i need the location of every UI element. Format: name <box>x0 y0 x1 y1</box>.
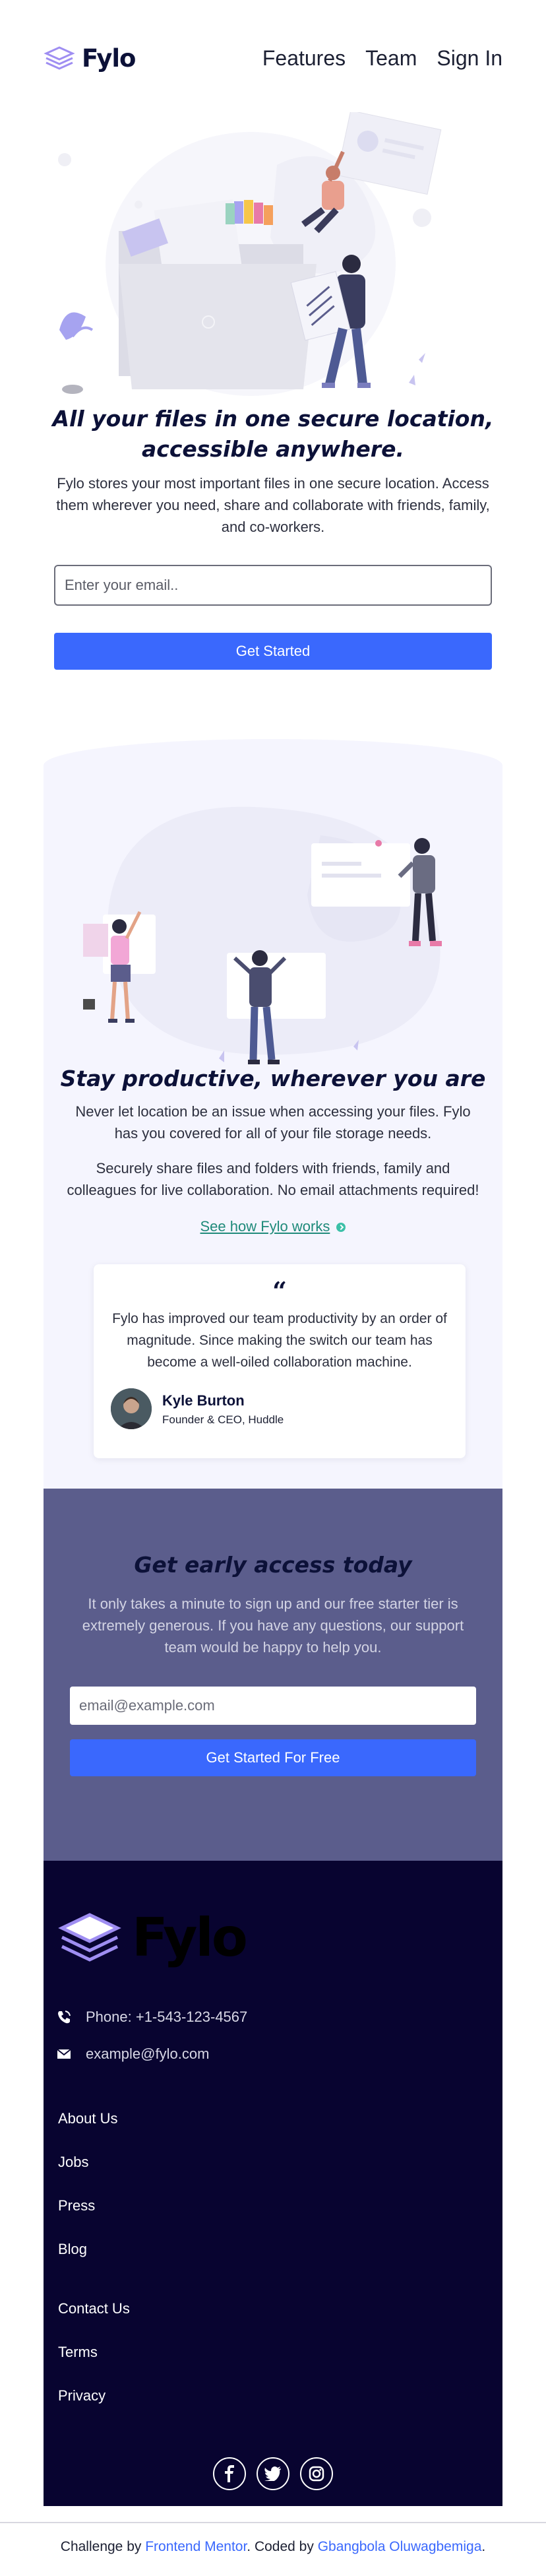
logo-icon <box>44 46 75 70</box>
hero-email-input[interactable] <box>54 565 492 606</box>
get-started-button[interactable]: Get Started <box>54 633 492 670</box>
nav-features[interactable]: Features <box>262 46 346 71</box>
footer-logo-icon <box>58 1913 121 1962</box>
email-text[interactable]: example@fylo.com <box>86 2045 209 2063</box>
productive-title: Stay productive, wherever you are <box>60 1066 486 1091</box>
see-how-link-row: See how Fylo works <box>44 1218 502 1235</box>
twitter-icon[interactable] <box>257 2457 289 2490</box>
attribution-prefix: Challenge by <box>60 2539 146 2554</box>
footer-links-1: About Us Jobs Press Blog <box>58 2109 118 2283</box>
hero-title: All your files in one secure location, a… <box>52 406 494 462</box>
quote-icon: “ <box>272 1276 287 1306</box>
footer-logo[interactable]: Fylo <box>57 1907 248 1968</box>
footer-link-blog[interactable]: Blog <box>58 2239 118 2283</box>
early-access-title: Get early access today <box>134 1552 412 1578</box>
logo-text: Fylo <box>82 44 136 73</box>
productive-paragraph-2: Securely share files and folders with fr… <box>67 1160 479 1198</box>
social-links <box>44 2457 502 2490</box>
attribution-mid: . Coded by <box>247 2539 318 2554</box>
hero-illustration <box>58 112 442 396</box>
footer-link-terms[interactable]: Terms <box>58 2342 130 2386</box>
testimonial-card: “ Fylo has improved our team productivit… <box>94 1264 466 1458</box>
footer-link-contact[interactable]: Contact Us <box>58 2299 130 2342</box>
site-header: Fylo Features Team Sign In <box>44 38 502 78</box>
productive-illustration <box>83 806 442 1064</box>
see-how-link[interactable]: See how Fylo works <box>200 1218 330 1235</box>
hero-text: Fylo stores your most important files in… <box>56 475 490 535</box>
attribution: Challenge by Frontend Mentor. Coded by G… <box>0 2539 546 2555</box>
phone-icon <box>58 2011 71 2024</box>
footer-link-about[interactable]: About Us <box>58 2109 118 2152</box>
get-started-free-button[interactable]: Get Started For Free <box>70 1739 476 1776</box>
author-role: Founder & CEO, Huddle <box>162 1413 284 1426</box>
frontend-mentor-link[interactable]: Frontend Mentor <box>145 2539 247 2554</box>
facebook-icon[interactable] <box>213 2457 246 2490</box>
productive-paragraph-1: Never let location be an issue when acce… <box>75 1103 471 1142</box>
footer-link-jobs[interactable]: Jobs <box>58 2152 118 2196</box>
footer-email: example@fylo.com <box>57 2045 209 2063</box>
arrow-circle-icon <box>336 1223 346 1233</box>
early-access-email-input[interactable] <box>70 1687 476 1725</box>
attribution-divider <box>0 2522 546 2523</box>
attribution-suffix: . <box>481 2539 486 2554</box>
main-nav: Features Team Sign In <box>262 46 502 71</box>
author-link[interactable]: Gbangbola Oluwagbemiga <box>318 2539 482 2554</box>
author-name: Kyle Burton <box>162 1392 245 1409</box>
early-access-section: Get early access today It only takes a m… <box>44 1489 502 1861</box>
avatar <box>111 1388 152 1429</box>
early-access-text: It only takes a minute to sign up and ou… <box>82 1595 464 1656</box>
footer-link-privacy[interactable]: Privacy <box>58 2386 130 2430</box>
site-footer: Fylo Phone: +1-543-123-4567 example@fylo… <box>44 1861 502 2506</box>
footer-logo-text: Fylo <box>132 1907 248 1968</box>
logo[interactable]: Fylo <box>44 44 136 73</box>
testimonial-text: Fylo has improved our team productivity … <box>112 1311 447 1370</box>
instagram-icon[interactable] <box>300 2457 333 2490</box>
nav-team[interactable]: Team <box>365 46 417 71</box>
footer-link-press[interactable]: Press <box>58 2196 118 2239</box>
productive-section: Stay productive, wherever you are Never … <box>44 739 502 1489</box>
footer-links-2: Contact Us Terms Privacy <box>58 2299 130 2430</box>
phone-text: Phone: +1-543-123-4567 <box>86 2009 248 2025</box>
nav-sign-in[interactable]: Sign In <box>437 46 502 71</box>
email-icon <box>57 2049 71 2059</box>
footer-phone: Phone: +1-543-123-4567 <box>57 2009 247 2026</box>
